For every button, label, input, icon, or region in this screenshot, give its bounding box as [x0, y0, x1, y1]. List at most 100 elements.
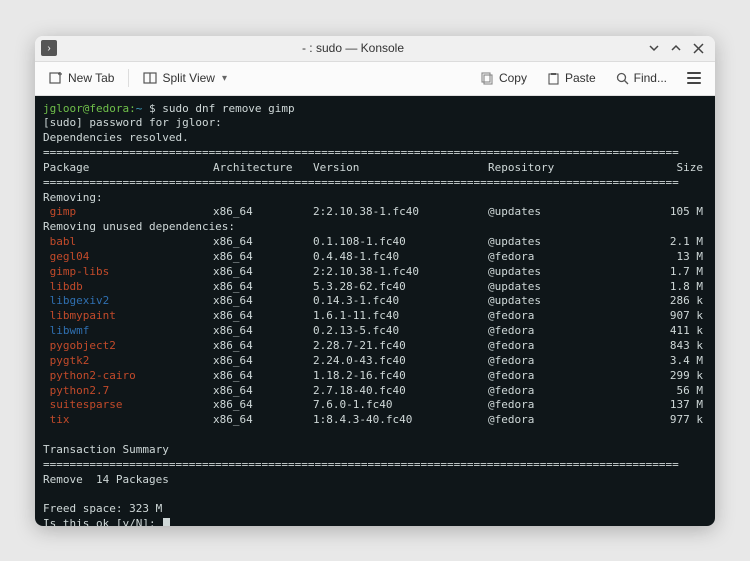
- removing-unused-section: Removing unused dependencies:: [43, 220, 235, 233]
- close-button[interactable]: [687, 37, 709, 59]
- copy-button[interactable]: Copy: [473, 67, 535, 89]
- pkg-size: 105 M: [603, 205, 707, 220]
- table-row: libwmfx86_640.2.13-5.fc40@fedora411 k: [43, 324, 707, 339]
- split-view-icon: [143, 71, 157, 85]
- copy-label: Copy: [499, 71, 527, 85]
- pkg-name: pygobject2: [43, 339, 213, 354]
- table-row: python2-cairox86_641.18.2-16.fc40@fedora…: [43, 369, 707, 384]
- table-row: bablx86_640.1.108-1.fc40@updates2.1 M: [43, 235, 707, 250]
- table-row: gimp-libsx86_642:2.10.38-1.fc40@updates1…: [43, 265, 707, 280]
- pkg-arch: x86_64: [213, 280, 313, 295]
- paste-button[interactable]: Paste: [539, 67, 604, 89]
- menu-button[interactable]: [679, 68, 709, 88]
- remove-count-line: Remove 14 Packages: [43, 473, 169, 486]
- toolbar: New Tab Split View ▾ Copy Paste Find...: [35, 62, 715, 96]
- paste-icon: [547, 72, 560, 85]
- new-tab-label: New Tab: [68, 71, 114, 85]
- search-icon: [616, 72, 629, 85]
- pkg-repo: @fedora: [488, 324, 603, 339]
- copy-icon: [481, 72, 494, 85]
- app-icon: ›: [41, 40, 57, 56]
- table-row: gimpx86_642:2.10.38-1.fc40@updates105 M: [43, 205, 707, 220]
- pkg-repo: @fedora: [488, 250, 603, 265]
- pkg-version: 0.2.13-5.fc40: [313, 324, 488, 339]
- pkg-repo: @updates: [488, 205, 603, 220]
- transaction-summary-label: Transaction Summary: [43, 443, 169, 456]
- table-row: tixx86_641:8.4.3-40.fc40@fedora977 k: [43, 413, 707, 428]
- table-row: libgexiv2x86_640.14.3-1.fc40@updates286 …: [43, 294, 707, 309]
- pkg-arch: x86_64: [213, 384, 313, 399]
- rule-line: ========================================…: [43, 146, 679, 159]
- new-tab-icon: [49, 71, 63, 85]
- split-view-label: Split View: [162, 71, 214, 85]
- header-package: Package: [43, 161, 213, 176]
- pkg-arch: x86_64: [213, 339, 313, 354]
- pkg-size: 13 M: [603, 250, 707, 265]
- maximize-button[interactable]: [665, 37, 687, 59]
- pkg-arch: x86_64: [213, 294, 313, 309]
- table-row: python2.7x86_642.7.18-40.fc40@fedora56 M: [43, 384, 707, 399]
- new-tab-button[interactable]: New Tab: [41, 67, 122, 89]
- pkg-repo: @fedora: [488, 384, 603, 399]
- pkg-repo: @updates: [488, 235, 603, 250]
- table-row: gegl04x86_640.4.48-1.fc40@fedora13 M: [43, 250, 707, 265]
- pkg-version: 1:8.4.3-40.fc40: [313, 413, 488, 428]
- terminal-output[interactable]: jgloor@fedora:~ $ sudo dnf remove gimp […: [35, 96, 715, 526]
- pkg-name: libgexiv2: [43, 294, 213, 309]
- table-row: libmypaintx86_641.6.1-11.fc40@fedora907 …: [43, 309, 707, 324]
- pkg-arch: x86_64: [213, 398, 313, 413]
- pkg-name: pygtk2: [43, 354, 213, 369]
- minimize-button[interactable]: [643, 37, 665, 59]
- command-text: sudo dnf remove gimp: [162, 102, 294, 115]
- pkg-name: libdb: [43, 280, 213, 295]
- freed-space-line: Freed space: 323 M: [43, 502, 162, 515]
- pkg-size: 977 k: [603, 413, 707, 428]
- deps-resolved-line: Dependencies resolved.: [43, 131, 189, 144]
- chevron-down-icon: [648, 42, 660, 54]
- pkg-size: 2.1 M: [603, 235, 707, 250]
- rule-line: ========================================…: [43, 176, 679, 189]
- pkg-repo: @updates: [488, 294, 603, 309]
- pkg-repo: @fedora: [488, 369, 603, 384]
- pkg-name: suitesparse: [43, 398, 213, 413]
- pkg-size: 1.7 M: [603, 265, 707, 280]
- pkg-name: gimp: [43, 205, 213, 220]
- paste-label: Paste: [565, 71, 596, 85]
- pkg-name: libwmf: [43, 324, 213, 339]
- pkg-version: 0.4.48-1.fc40: [313, 250, 488, 265]
- cursor: [163, 518, 170, 525]
- header-repo: Repository: [488, 161, 603, 176]
- pkg-size: 907 k: [603, 309, 707, 324]
- pkg-repo: @fedora: [488, 354, 603, 369]
- table-row: pygobject2x86_642.28.7-21.fc40@fedora843…: [43, 339, 707, 354]
- header-version: Version: [313, 161, 488, 176]
- table-row: suitesparsex86_647.6.0-1.fc40@fedora137 …: [43, 398, 707, 413]
- confirm-prompt: Is this ok [y/N]:: [43, 517, 162, 525]
- pkg-repo: @updates: [488, 265, 603, 280]
- pkg-name: gimp-libs: [43, 265, 213, 280]
- hamburger-icon: [687, 72, 701, 84]
- pkg-version: 2.7.18-40.fc40: [313, 384, 488, 399]
- pkg-arch: x86_64: [213, 369, 313, 384]
- find-button[interactable]: Find...: [608, 67, 675, 89]
- pkg-arch: x86_64: [213, 324, 313, 339]
- pkg-size: 137 M: [603, 398, 707, 413]
- chevron-up-icon: [670, 42, 682, 54]
- pkg-name: libmypaint: [43, 309, 213, 324]
- prompt-userhost: jgloor@fedora: [43, 102, 129, 115]
- split-view-button[interactable]: Split View ▾: [135, 67, 235, 89]
- pkg-version: 1.6.1-11.fc40: [313, 309, 488, 324]
- pkg-arch: x86_64: [213, 413, 313, 428]
- table-row: libdbx86_645.3.28-62.fc40@updates1.8 M: [43, 280, 707, 295]
- pkg-arch: x86_64: [213, 250, 313, 265]
- pkg-version: 1.18.2-16.fc40: [313, 369, 488, 384]
- pkg-version: 7.6.0-1.fc40: [313, 398, 488, 413]
- konsole-window: › - : sudo — Konsole New Tab Split View …: [35, 36, 715, 526]
- pkg-name: tix: [43, 413, 213, 428]
- toolbar-separator: [128, 69, 129, 87]
- pkg-version: 2.24.0-43.fc40: [313, 354, 488, 369]
- pkg-repo: @fedora: [488, 413, 603, 428]
- pkg-size: 1.8 M: [603, 280, 707, 295]
- removing-section: Removing:: [43, 191, 103, 204]
- pkg-arch: x86_64: [213, 235, 313, 250]
